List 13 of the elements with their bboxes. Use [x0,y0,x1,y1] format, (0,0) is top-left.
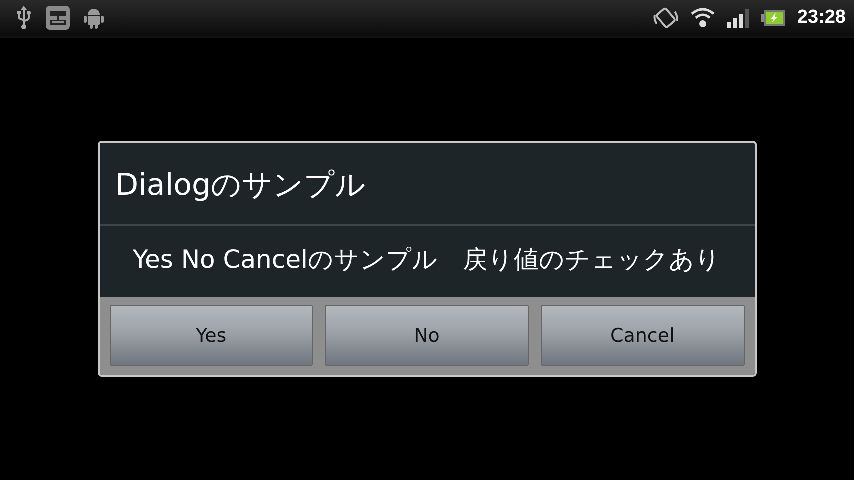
rotation-icon [653,5,680,31]
usb-icon [16,6,32,30]
clock: 23:28 [797,7,846,29]
wifi-icon [691,7,716,29]
dialog-button[interactable]: Yes [110,305,314,366]
dialog-title: Dialogのサンプル [114,167,368,205]
android-icon [84,7,104,29]
network-icon [46,6,70,30]
dialog-message: Yes No Cancelのサンプル 戻り値のチェックあり [132,244,722,276]
dialog-button[interactable]: Cancel [540,305,745,366]
dialog-button[interactable]: No [325,305,529,366]
signal-icon [727,8,750,28]
battery-icon [761,9,786,27]
